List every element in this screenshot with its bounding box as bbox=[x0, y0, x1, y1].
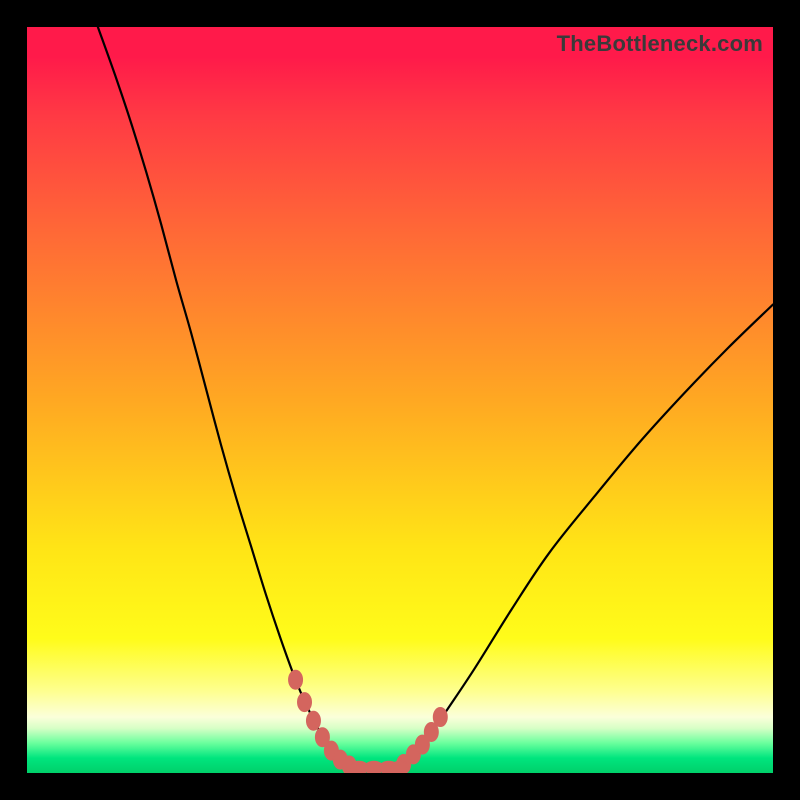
highlight-dot bbox=[391, 761, 410, 773]
highlight-dot bbox=[298, 693, 312, 712]
curve-svg bbox=[27, 27, 773, 773]
plot-area: TheBottleneck.com bbox=[27, 27, 773, 773]
highlight-dots-group bbox=[289, 670, 448, 773]
highlight-dot bbox=[289, 670, 303, 689]
curve-left-arm bbox=[98, 27, 352, 766]
outer-black-frame: TheBottleneck.com bbox=[0, 0, 800, 800]
highlight-dot bbox=[433, 708, 447, 727]
highlight-dot bbox=[306, 711, 320, 730]
curve-right-arm bbox=[404, 305, 773, 765]
